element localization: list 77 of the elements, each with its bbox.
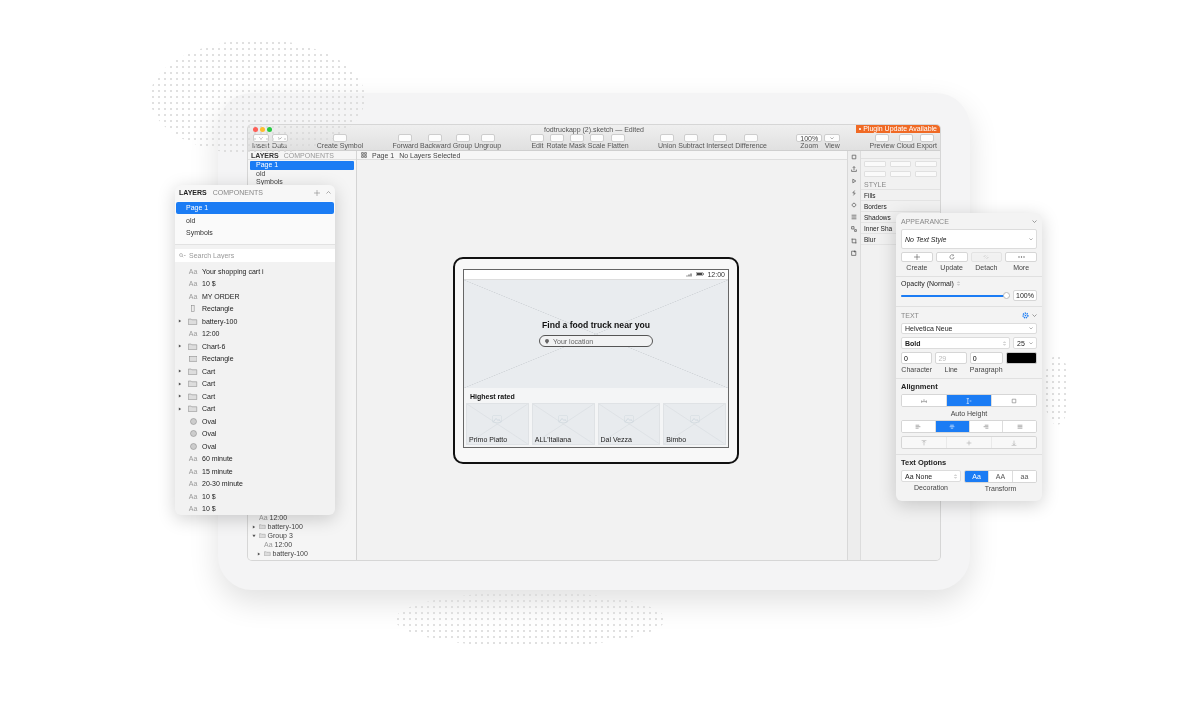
toolbar-icon[interactable]	[361, 152, 367, 158]
auto-width-icon	[921, 397, 927, 404]
expanded-arrow-icon[interactable]	[252, 533, 256, 538]
chevron-icon	[1032, 219, 1037, 223]
placeholder-cross-lines	[467, 403, 528, 444]
align-bottom-icon	[1011, 439, 1017, 446]
collapse-icon	[326, 191, 331, 195]
toolbar-button[interactable]	[428, 134, 443, 142]
dropdown-field[interactable]	[889, 171, 912, 177]
battery-icon	[696, 272, 705, 276]
dropdown-field[interactable]	[864, 161, 886, 167]
style-action-button[interactable]	[901, 252, 933, 262]
plus-icon[interactable]	[314, 189, 320, 196]
sizing-option[interactable]	[902, 395, 947, 406]
auto-height-icon	[966, 397, 972, 404]
text-align-option[interactable]	[902, 421, 936, 432]
settings-icon[interactable]	[1022, 311, 1029, 319]
toolbar-button[interactable]	[898, 134, 913, 142]
refresh-icon	[948, 254, 955, 260]
window-zoom-button[interactable]	[267, 127, 272, 132]
toolbar-button[interactable]	[398, 134, 413, 142]
toolbar-button[interactable]	[332, 134, 347, 142]
signal-icon	[686, 271, 694, 277]
text-color-swatch[interactable]	[1005, 352, 1037, 364]
align-center-icon	[949, 423, 956, 430]
placeholder-cross-lines	[664, 403, 725, 444]
fixed-size-icon	[1011, 397, 1017, 404]
justify-icon	[1016, 423, 1023, 430]
window-close-button[interactable]	[253, 127, 258, 132]
caret-icon	[1029, 237, 1033, 241]
caret-icon	[1029, 341, 1033, 345]
rectangle-icon	[188, 355, 198, 362]
align-right-icon	[982, 423, 989, 430]
align-top-icon	[921, 439, 927, 446]
toolbar-button[interactable]	[549, 134, 564, 142]
toolbar-icon[interactable]	[851, 250, 857, 256]
toolbar-button[interactable]	[824, 134, 841, 142]
search-icon	[179, 253, 186, 259]
window-minimize-button[interactable]	[260, 127, 265, 132]
chevron-icon	[1032, 313, 1037, 317]
toolbar-button[interactable]	[530, 134, 545, 142]
toolbar-icon[interactable]	[851, 154, 857, 160]
placeholder-cross-lines	[598, 403, 660, 444]
folder-icon	[188, 317, 198, 325]
dropdown-field[interactable]	[915, 171, 937, 177]
location-pin-icon	[545, 338, 549, 344]
folder-icon	[264, 551, 271, 556]
toolbar-button[interactable]	[480, 134, 495, 142]
dropdown-field[interactable]	[915, 161, 937, 167]
text-align-option[interactable]	[935, 421, 970, 432]
sizing-option[interactable]	[947, 395, 992, 406]
toolbar-button[interactable]	[919, 134, 934, 142]
toolbar-icon[interactable]	[851, 226, 857, 232]
caret-icon	[1029, 327, 1033, 330]
toolbar-button[interactable]	[744, 134, 759, 142]
toolbar-icon[interactable]	[851, 238, 857, 244]
caret-icon	[830, 136, 835, 140]
dropdown-field[interactable]	[864, 171, 886, 177]
toolbar-button[interactable]	[660, 134, 675, 142]
style-action-button[interactable]	[935, 252, 968, 262]
toolbar-button[interactable]	[570, 134, 585, 142]
toolbar-button[interactable]	[611, 134, 625, 142]
headline: Find a food truck near you	[542, 320, 650, 330]
folder-icon	[188, 342, 198, 350]
toolbar-button[interactable]	[684, 134, 699, 142]
plus-icon	[913, 254, 920, 260]
toolbar-icon[interactable]	[851, 166, 857, 172]
align-left-icon	[915, 423, 922, 430]
align-middle-icon	[966, 439, 972, 446]
style-action-button[interactable]	[1005, 252, 1037, 262]
dropdown-field[interactable]	[889, 161, 912, 167]
toolbar-button[interactable]	[455, 134, 470, 142]
toolbar-icon[interactable]	[851, 214, 857, 220]
toolbar-button[interactable]	[875, 134, 889, 142]
placeholder-cross-lines	[532, 403, 594, 444]
toolbar-button[interactable]	[589, 134, 604, 142]
toolbar-button[interactable]	[712, 134, 727, 142]
